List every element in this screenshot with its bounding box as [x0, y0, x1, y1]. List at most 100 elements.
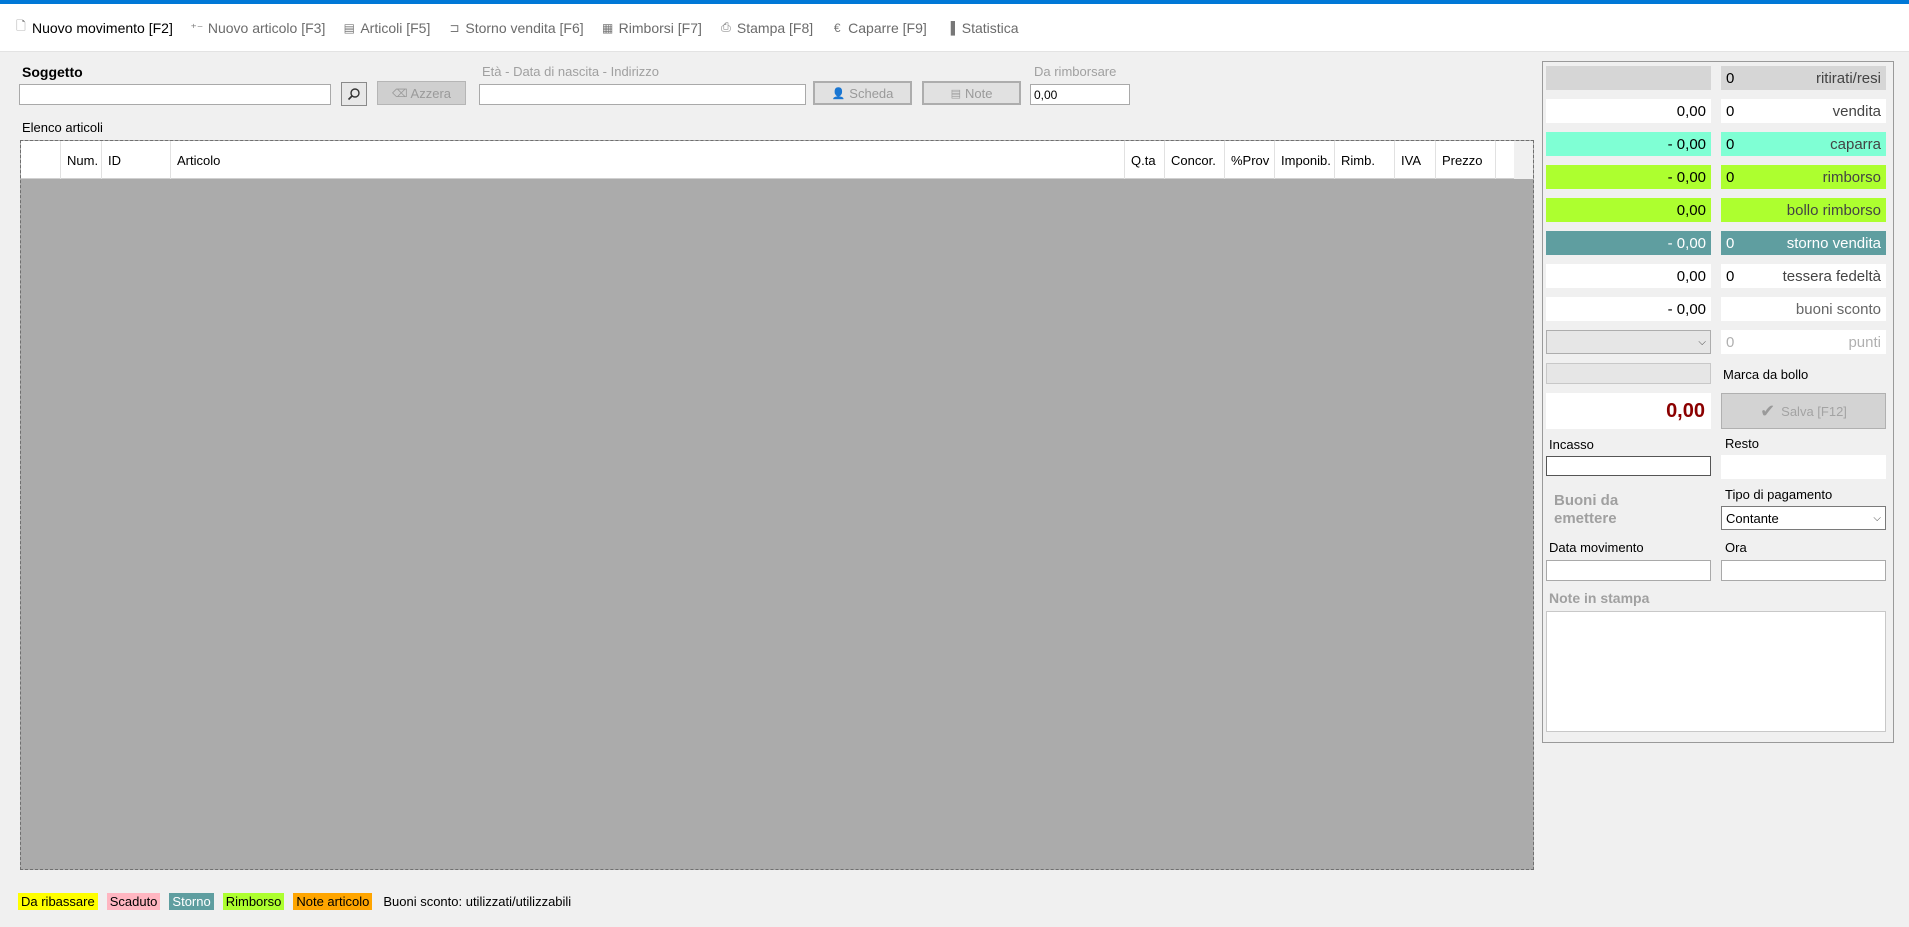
incasso-input[interactable]: [1546, 456, 1711, 476]
notes-label: Note: [964, 85, 993, 101]
print-notes-textarea[interactable]: [1546, 611, 1886, 732]
column-header-vat[interactable]: IVA: [1395, 141, 1436, 179]
time-input[interactable]: [1721, 560, 1886, 581]
time-label: Ora: [1725, 540, 1747, 555]
column-header-refund[interactable]: Rimb.: [1335, 141, 1395, 179]
articles-grid[interactable]: Num. ID Articolo Q.ta Concor. %Prov Impo…: [20, 140, 1534, 870]
movement-date-input[interactable]: [1546, 560, 1711, 581]
chevron-down-icon: ⌵: [1698, 336, 1706, 348]
loyalty-card-row: 0 tessera fedeltà: [1721, 264, 1886, 288]
refund-label: Da rimborsare: [1034, 64, 1117, 79]
sale-label: vendita: [1832, 102, 1881, 120]
new-article-icon: ⁺⁻: [190, 20, 204, 35]
euro-icon: €: [833, 20, 841, 35]
column-header-taxable[interactable]: Imponib.: [1275, 141, 1335, 179]
column-header-select[interactable]: [21, 141, 61, 179]
search-button[interactable]: [341, 82, 367, 106]
refund-row: 0 rimborso: [1721, 165, 1886, 189]
points-row: 0 punti: [1721, 330, 1886, 354]
loyalty-card-amount: 0,00: [1546, 264, 1711, 288]
withdrawn-label: ritirati/resi: [1815, 69, 1881, 87]
toolbar-label: Articoli [F5]: [360, 19, 431, 36]
refund-stamp-amount: 0,00: [1546, 198, 1711, 222]
resto-label: Resto: [1725, 436, 1759, 451]
legend-item: Note articolo: [293, 893, 373, 910]
toolbar-label: Rimborsi [F7]: [618, 19, 702, 36]
card-label: Scheda: [849, 85, 894, 101]
payment-type-label: Tipo di pagamento: [1725, 487, 1833, 502]
sale-count: 0: [1726, 102, 1735, 120]
resto-field: [1721, 455, 1886, 479]
column-header-num[interactable]: Num.: [61, 141, 102, 179]
person-icon: 👤: [831, 87, 846, 100]
stamp-label: Marca da bollo: [1723, 367, 1809, 382]
payment-type-select[interactable]: Contante ⌵: [1721, 506, 1886, 530]
toolbar-statistics[interactable]: ▐ Statistica: [944, 19, 1019, 36]
notes-button[interactable]: ▤ Note: [922, 81, 1021, 105]
articles-icon: ▤: [343, 20, 356, 35]
incasso-label: Incasso: [1549, 437, 1594, 452]
vouchers-to-issue-label: Buoni da emettere: [1554, 492, 1619, 527]
points-label: punti: [1848, 333, 1881, 351]
vouchers-text: Buoni sconto: utilizzati/utilizzabili: [383, 894, 572, 909]
toolbar-new-movement[interactable]: 🗋 Nuovo movimento [F2]: [14, 17, 173, 38]
toolbar-refunds[interactable]: ▦ Rimborsi [F7]: [601, 20, 702, 36]
column-header-concor[interactable]: Concor.: [1165, 141, 1225, 179]
refund-stamp-row: bollo rimborso: [1721, 198, 1886, 222]
discount-vouchers-label: buoni sconto: [1795, 300, 1881, 318]
deposit-label: caparra: [1830, 135, 1881, 153]
column-header-spacer: [1496, 141, 1516, 179]
column-header-prov[interactable]: %Prov: [1225, 141, 1275, 179]
subject-input[interactable]: [19, 84, 331, 105]
column-header-price[interactable]: Prezzo: [1436, 141, 1496, 179]
save-label: Salva [F12]: [1781, 403, 1847, 419]
sale-reversal-amount: - 0,00: [1546, 231, 1711, 255]
toolbar-label: Nuovo articolo [F3]: [207, 19, 326, 36]
reset-button[interactable]: ⌫ Azzera: [377, 81, 466, 105]
storno-icon: ⊐: [449, 20, 460, 35]
refund-input[interactable]: [1030, 84, 1130, 105]
summary-panel: 0 ritirati/resi 0,00 0 vendita - 0,00 0 …: [1542, 61, 1894, 743]
movement-date-label: Data movimento: [1549, 540, 1644, 555]
column-header-article[interactable]: Articolo: [171, 141, 1125, 179]
toolbar-deposits[interactable]: € Caparre [F9]: [830, 20, 927, 36]
column-header-qty[interactable]: Q.ta: [1125, 141, 1165, 179]
legend-item: Storno: [169, 893, 214, 910]
refunds-icon: ▦: [601, 20, 614, 35]
withdrawn-count: 0: [1726, 69, 1735, 87]
eraser-icon: ⌫: [391, 87, 408, 100]
toolbar-print[interactable]: ⎙ Stampa [F8]: [719, 20, 813, 36]
refund-count: 0: [1726, 168, 1735, 186]
subject-info-input[interactable]: [479, 84, 806, 105]
articles-grid-header: Num. ID Articolo Q.ta Concor. %Prov Impo…: [21, 141, 1516, 179]
toolbar-new-article[interactable]: ⁺⁻ Nuovo articolo [F3]: [190, 20, 326, 36]
deposit-amount: - 0,00: [1546, 132, 1711, 156]
total-amount: 0,00: [1546, 393, 1711, 429]
legend-item: Rimborso: [222, 893, 285, 910]
legend-item: Da ribassare: [18, 893, 98, 910]
grid-scroll-corner: [1514, 141, 1533, 179]
points-select[interactable]: ⌵: [1546, 330, 1711, 354]
stamp-input[interactable]: [1546, 363, 1711, 384]
refund-row-label: rimborso: [1822, 168, 1881, 186]
column-header-id[interactable]: ID: [102, 141, 171, 179]
reset-label: Azzera: [410, 85, 452, 101]
toolbar-storno[interactable]: ⊐ Storno vendita [F6]: [447, 20, 583, 36]
note-icon: ▤: [950, 87, 961, 100]
subject-info-label: Età - Data di nascita - Indirizzo: [482, 64, 660, 79]
loyalty-card-count: 0: [1726, 267, 1735, 285]
print-notes-label: Note in stampa: [1549, 590, 1650, 606]
loyalty-card-label: tessera fedeltà: [1782, 267, 1881, 285]
toolbar-label: Caparre [F9]: [848, 19, 927, 36]
refund-stamp-label: bollo rimborso: [1786, 201, 1881, 219]
sale-row: 0 vendita: [1721, 99, 1886, 123]
toolbar-label: Storno vendita [F6]: [465, 19, 584, 36]
sale-reversal-label: storno vendita: [1786, 234, 1881, 252]
articles-title: Elenco articoli: [22, 120, 103, 135]
deposit-row: 0 caparra: [1721, 132, 1886, 156]
toolbar-label: Statistica: [961, 19, 1019, 36]
toolbar-articles[interactable]: ▤ Articoli [F5]: [342, 19, 431, 36]
save-button[interactable]: ✔ Salva [F12]: [1721, 393, 1886, 429]
chart-icon: ▐: [946, 20, 955, 35]
card-button[interactable]: 👤 Scheda: [813, 81, 912, 105]
